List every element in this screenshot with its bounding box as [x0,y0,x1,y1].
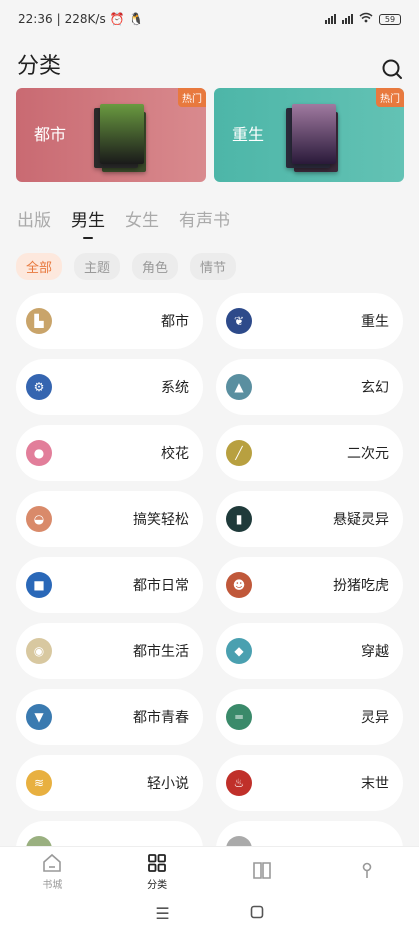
wand-icon: ╱ [226,440,252,466]
category-name: 悬疑灵异 [333,512,389,528]
banner-label: 重生 [232,125,265,144]
chip-theme[interactable]: 主题 [74,253,121,280]
status-time: 22:36 [18,12,53,26]
category-item[interactable]: ❦ 重生 [216,293,403,349]
filter-chips: 全部 主题 角色 情节 [16,253,237,280]
chip-all[interactable]: 全部 [16,253,63,280]
category-item[interactable]: ■ 都市日常 [16,557,203,613]
signal-icon-2 [342,14,353,24]
butterfly-icon: ❦ [226,308,252,334]
face-icon: ☻ [226,572,252,598]
bottom-nav: 书城 分类 [0,846,419,895]
hot-badge: 热门 [178,88,206,107]
category-name: 二次元 [347,446,389,462]
category-name: 都市 [161,314,189,330]
category-name: 扮猪吃虎 [333,578,389,594]
search-icon [382,59,402,79]
grid-icon [148,853,167,872]
gear-icon: ⚙ [26,374,52,400]
nav-bookshelf[interactable] [251,859,273,883]
banner-label: 都市 [34,125,67,144]
page-title: 分类 [17,54,62,79]
home-button-icon[interactable] [250,904,264,923]
category-name: 都市日常 [133,578,189,594]
fire-icon: ♨ [226,770,252,796]
category-item[interactable]: ▙ 都市 [16,293,203,349]
chip-role[interactable]: 角色 [132,253,179,280]
category-name: 系统 [161,380,189,396]
category-item[interactable]: ● 校花 [16,425,203,481]
category-item[interactable]: ≋ 轻小说 [16,755,203,811]
nav-label: 书城 [42,879,63,891]
card-icon: ▮ [226,506,252,532]
book-cover [292,104,336,164]
category-name: 都市生活 [133,644,189,660]
category-item[interactable]: ◆ 穿越 [216,623,403,679]
shirt-icon: ▼ [26,704,52,730]
book-cover [100,104,144,164]
city-icon: ▙ [26,308,52,334]
system-nav-bar: ☰ [0,894,419,932]
menu-icon[interactable]: ☰ [155,904,169,923]
category-name: 都市青春 [133,710,189,726]
nav-profile[interactable] [356,859,378,883]
category-item[interactable]: ═ 灵异 [216,689,403,745]
cube-icon: ■ [26,572,52,598]
hot-badge: 热门 [376,88,404,107]
drop-icon: ◆ [226,638,252,664]
tab-male[interactable]: 男生 [71,206,105,231]
category-tabs: 出版 男生 女生 有声书 [17,206,230,231]
category-item[interactable]: ☻ 扮猪吃虎 [216,557,403,613]
banner-dushi[interactable]: 都市 热门 [16,88,206,182]
category-item[interactable]: ╱ 二次元 [216,425,403,481]
tab-female[interactable]: 女生 [125,206,159,231]
chip-plot[interactable]: 情节 [190,253,237,280]
alarm-icon: ⏰ [109,12,125,26]
category-name: 搞笑轻松 [133,512,189,528]
user-icon [362,862,371,878]
qq-icon: 🐧 [128,12,144,26]
status-net-speed: 228K/s [64,12,106,26]
category-grid: ▙ 都市 ❦ 重生 ⚙ 系统 ▲ 玄幻 ● 校花 ╱ 二次元 ◒ 搞笑轻松 ▮ 悬疑灵异 ■ 都市… [16,293,403,877]
tab-audiobook[interactable]: 有声书 [179,206,230,231]
signal-icon [325,14,336,24]
category-name: 玄幻 [361,380,389,396]
nav-label: 分类 [147,879,168,891]
girl-icon: ● [26,440,52,466]
tab-publish[interactable]: 出版 [17,206,51,231]
ghost-icon: ═ [226,704,252,730]
category-name: 重生 [361,314,389,330]
category-name: 校花 [161,446,189,462]
category-item[interactable]: ◉ 都市生活 [16,623,203,679]
category-name: 末世 [361,776,389,792]
category-item[interactable]: ♨ 末世 [216,755,403,811]
nav-category[interactable]: 分类 [146,852,168,891]
category-item[interactable]: ▲ 玄幻 [216,359,403,415]
search-button[interactable] [381,58,403,80]
wifi-icon [359,12,373,26]
home-icon [43,853,62,872]
category-name: 轻小说 [147,776,189,792]
book-icon [253,862,271,879]
landscape-icon: ◒ [26,506,52,532]
cup-icon: ◉ [26,638,52,664]
status-bar: 22:36 | 228K/s ⏰ 🐧 59 [0,0,419,38]
category-item[interactable]: ⚙ 系统 [16,359,203,415]
category-name: 灵异 [361,710,389,726]
category-name: 穿越 [361,644,389,660]
battery-icon: 59 [379,13,401,25]
category-item[interactable]: ▮ 悬疑灵异 [216,491,403,547]
hand-icon: ≋ [26,770,52,796]
banner-chongsheng[interactable]: 重生 热门 [214,88,404,182]
category-item[interactable]: ▼ 都市青春 [16,689,203,745]
category-item[interactable]: ◒ 搞笑轻松 [16,491,203,547]
mountain-icon: ▲ [226,374,252,400]
nav-bookstore[interactable]: 书城 [41,852,63,891]
